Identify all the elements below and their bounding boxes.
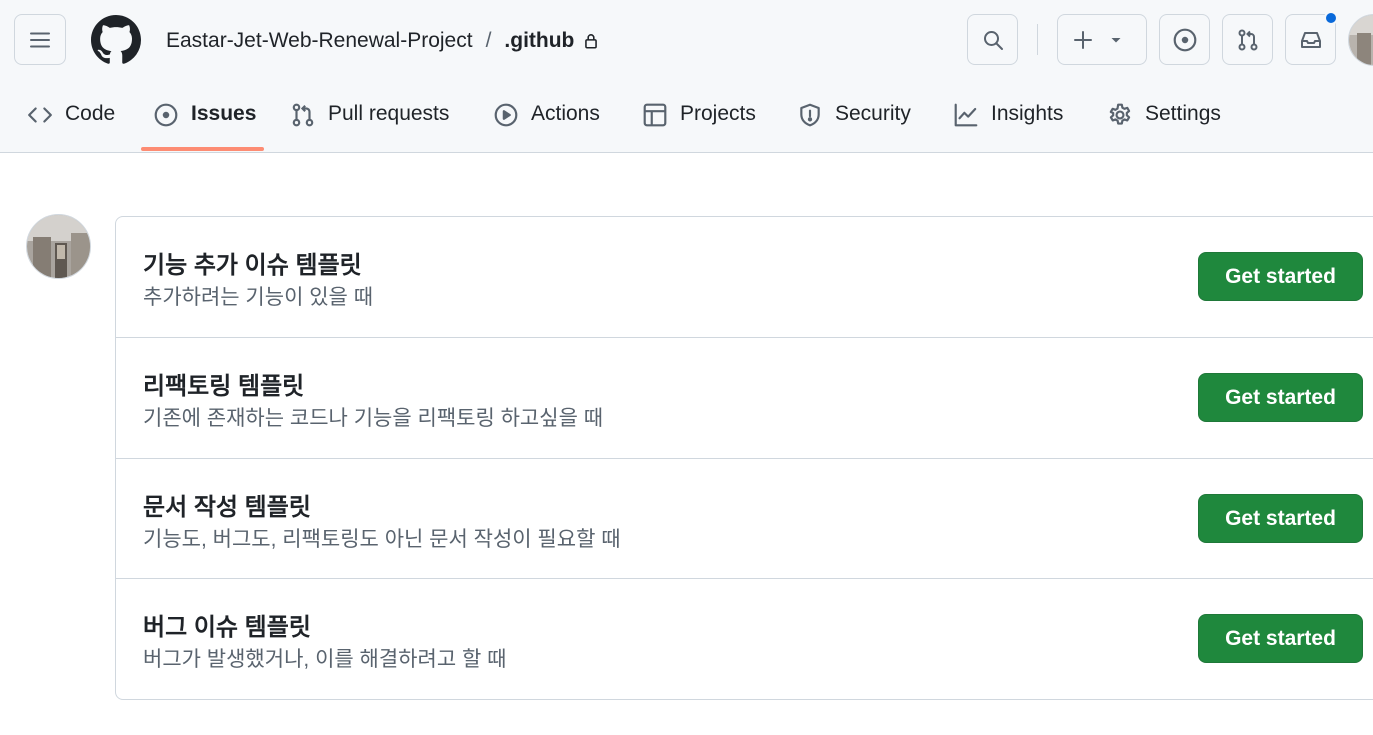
shield-icon <box>797 102 823 128</box>
global-menu-button[interactable] <box>14 14 66 65</box>
template-title: 기능 추가 이슈 템플릿 <box>143 252 362 279</box>
inbox-icon <box>1300 31 1321 48</box>
template-row: 문서 작성 템플릿 기능도, 버그도, 리팩토링도 아닌 문서 작성이 필요할 … <box>116 458 1373 579</box>
tab-projects-label: Projects <box>680 102 756 125</box>
git-pull-request-icon <box>290 102 316 128</box>
tab-actions[interactable]: Actions <box>493 90 600 152</box>
breadcrumb-separator: / <box>485 29 492 52</box>
search-icon <box>983 30 1003 50</box>
template-description: 추가하려는 기능이 있을 때 <box>143 286 374 309</box>
tab-actions-label: Actions <box>531 102 600 125</box>
search-button[interactable] <box>967 14 1018 65</box>
tab-issues[interactable]: Issues <box>153 90 256 152</box>
triangle-down-icon <box>1111 37 1121 42</box>
gear-icon <box>1107 102 1133 128</box>
breadcrumb: Eastar-Jet-Web-Renewal-Project / .github <box>166 26 600 56</box>
get-started-button[interactable]: Get started <box>1198 494 1363 543</box>
tab-security-label: Security <box>835 102 911 125</box>
tab-insights-label: Insights <box>991 102 1064 125</box>
git-pull-request-icon <box>1238 29 1257 50</box>
tab-code-label: Code <box>65 102 116 125</box>
breadcrumb-owner-link[interactable]: Eastar-Jet-Web-Renewal-Project <box>166 29 473 53</box>
notification-indicator <box>1324 11 1338 25</box>
template-row: 버그 이슈 템플릿 버그가 발생했거나, 이를 해결하려고 할 때 Get st… <box>116 578 1373 699</box>
header-divider <box>1037 24 1038 55</box>
owner-avatar <box>26 214 91 279</box>
template-title: 문서 작성 템플릿 <box>143 494 311 521</box>
tab-pull-requests[interactable]: Pull requests <box>290 90 449 152</box>
breadcrumb-repo-link[interactable]: .github <box>504 29 574 53</box>
get-started-button[interactable]: Get started <box>1198 373 1363 422</box>
template-title: 버그 이슈 템플릿 <box>143 614 311 641</box>
table-icon <box>642 102 668 128</box>
get-started-button[interactable]: Get started <box>1198 252 1363 301</box>
hamburger-icon <box>30 32 50 47</box>
selected-tab-indicator <box>141 147 264 151</box>
github-logo-icon[interactable] <box>91 15 141 65</box>
graph-icon <box>953 102 979 128</box>
template-description: 기능도, 버그도, 리팩토링도 아닌 문서 작성이 필요할 때 <box>143 528 621 551</box>
tab-insights[interactable]: Insights <box>953 90 1063 152</box>
your-issues-button[interactable] <box>1159 14 1210 65</box>
app-header: Eastar-Jet-Web-Renewal-Project / .github <box>0 0 1373 153</box>
tab-settings[interactable]: Settings <box>1107 90 1221 152</box>
issue-opened-icon <box>1173 28 1196 51</box>
template-description: 기존에 존재하는 코드나 기능을 리팩토링 하고싶을 때 <box>143 407 604 430</box>
play-icon <box>493 102 519 128</box>
tab-pull-requests-label: Pull requests <box>328 102 450 125</box>
tab-projects[interactable]: Projects <box>642 90 756 152</box>
issue-template-list: 기능 추가 이슈 템플릿 추가하려는 기능이 있을 때 Get started … <box>115 216 1373 700</box>
tab-settings-label: Settings <box>1145 102 1221 125</box>
tab-issues-label: Issues <box>191 102 257 125</box>
code-icon <box>27 102 53 128</box>
template-description: 버그가 발생했거나, 이를 해결하려고 할 때 <box>143 648 507 671</box>
plus-icon <box>1074 30 1092 49</box>
your-pull-requests-button[interactable] <box>1222 14 1273 65</box>
issue-opened-icon <box>153 102 179 128</box>
tab-code[interactable]: Code <box>27 90 115 152</box>
template-row: 리팩토링 템플릿 기존에 존재하는 코드나 기능을 리팩토링 하고싶을 때 Ge… <box>116 337 1373 458</box>
template-row: 기능 추가 이슈 템플릿 추가하려는 기능이 있을 때 Get started <box>116 217 1373 338</box>
user-avatar[interactable] <box>1348 14 1373 66</box>
tab-security[interactable]: Security <box>797 90 911 152</box>
lock-icon <box>582 32 600 50</box>
create-new-button[interactable] <box>1057 14 1147 65</box>
template-title: 리팩토링 템플릿 <box>143 373 305 400</box>
get-started-button[interactable]: Get started <box>1198 614 1363 663</box>
